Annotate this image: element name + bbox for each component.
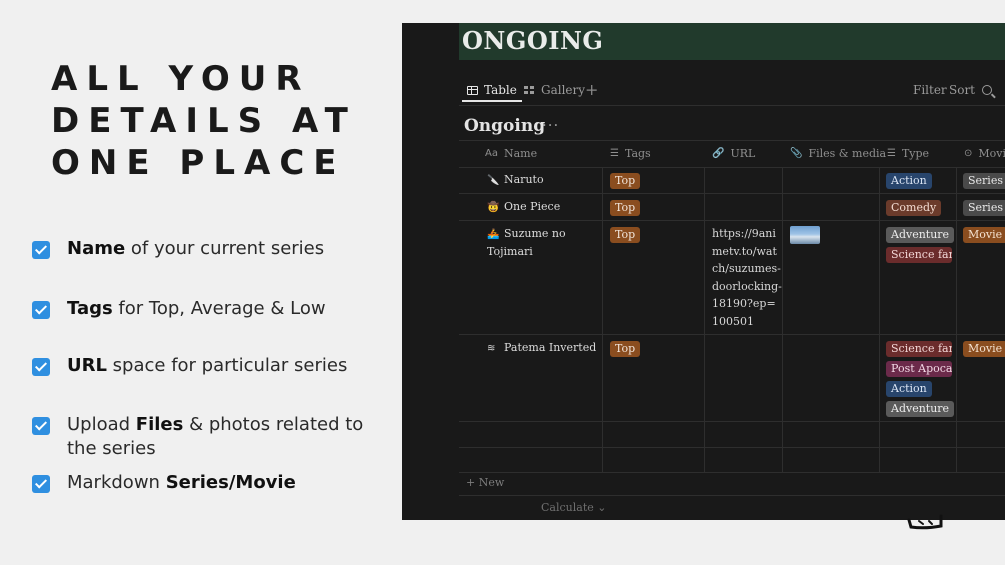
sort-button[interactable]: Sort bbox=[949, 83, 975, 97]
feature-text: URL space for particular series bbox=[67, 355, 348, 376]
column-label: Movi bbox=[978, 147, 1005, 160]
type-chip: Action bbox=[886, 381, 932, 397]
rowboat-icon: 🚣 bbox=[487, 229, 500, 240]
row-name[interactable]: 🤠 One Piece bbox=[487, 198, 560, 216]
tag-chip: Top bbox=[610, 200, 641, 216]
view-bar: Table Gallery + Filter Sort bbox=[459, 80, 1005, 106]
kind-chip: Movie bbox=[963, 227, 1005, 243]
column-label: Type bbox=[901, 147, 930, 160]
column-label: Name bbox=[503, 147, 538, 160]
knife-icon: 🔪 bbox=[487, 175, 500, 186]
checkbox-checked-icon bbox=[32, 301, 50, 319]
database-title[interactable]: Ongoing bbox=[464, 116, 545, 136]
feature-text: Markdown Series/Movie bbox=[67, 472, 296, 493]
column-label: Files & media bbox=[808, 147, 887, 160]
waves-icon: ≋ bbox=[487, 343, 496, 354]
paperclip-icon: 📎 bbox=[790, 148, 803, 159]
type-chip: Science fanta bbox=[886, 247, 952, 263]
kind-chip: Series bbox=[963, 200, 1005, 216]
column-header-name[interactable]: Aa Name bbox=[485, 147, 537, 160]
calculate-dropdown[interactable]: Calculate ⌄ bbox=[541, 501, 606, 514]
tab-table[interactable]: Table bbox=[462, 83, 522, 102]
column-header-movie[interactable]: ⊙ Movi bbox=[964, 147, 1005, 160]
new-row-button[interactable]: + New bbox=[466, 476, 504, 489]
headline-line-2: DETAILS AT bbox=[51, 101, 357, 141]
page-banner: ONGOING bbox=[459, 23, 1005, 60]
select-icon: ⊙ bbox=[964, 148, 973, 159]
row-name[interactable]: 🚣 Suzume no Tojimari bbox=[487, 225, 597, 260]
empty-row[interactable] bbox=[459, 422, 1005, 448]
type-chip: Action bbox=[886, 173, 932, 189]
type-chip: Adventure bbox=[886, 227, 955, 243]
checkbox-checked-icon bbox=[32, 417, 50, 435]
column-header-files[interactable]: 📎 Files & media bbox=[790, 147, 886, 160]
feature-text: Tags for Top, Average & Low bbox=[67, 298, 326, 319]
feature-item: URL space for particular series bbox=[32, 354, 382, 378]
table-row[interactable]: ≋Patema Inverted Top Science fanta Post … bbox=[459, 335, 1005, 422]
headline-line-1: ALL YOUR bbox=[51, 59, 311, 99]
column-header-tags[interactable]: ☰ Tags bbox=[610, 147, 651, 160]
table-row[interactable]: 🔪 Naruto Top Action Series bbox=[459, 167, 1005, 194]
url-link[interactable]: https://9animetv.to/watch/suzumes-doorlo… bbox=[712, 225, 782, 330]
tag-chip: Top bbox=[610, 227, 641, 243]
page-title: ONGOING bbox=[462, 26, 604, 55]
empty-row[interactable] bbox=[459, 448, 1005, 473]
feature-item: Name of your current series bbox=[32, 237, 382, 261]
headline: ALL YOUR DETAILS AT ONE PLACE bbox=[51, 58, 357, 184]
more-options-icon[interactable]: ··· bbox=[542, 116, 559, 134]
feature-item: Tags for Top, Average & Low bbox=[32, 297, 382, 321]
column-header-url[interactable]: 🔗 URL bbox=[712, 147, 755, 160]
text-type-icon: Aa bbox=[485, 148, 498, 159]
type-chip: Post Apocal bbox=[886, 361, 952, 377]
table-icon bbox=[467, 85, 478, 95]
doodle-decoration bbox=[907, 514, 943, 530]
row-name[interactable]: ≋ Patema Inverted bbox=[487, 339, 596, 357]
headline-line-3: ONE PLACE bbox=[51, 143, 346, 183]
cowboy-icon: 🤠 bbox=[487, 202, 500, 213]
checkbox-checked-icon bbox=[32, 241, 50, 259]
media-thumbnail[interactable] bbox=[790, 226, 820, 244]
notion-screenshot: ONGOING Table Gallery + Filter Sort Ongo… bbox=[402, 23, 1005, 520]
tab-table-label: Table bbox=[484, 83, 517, 97]
type-chip: Science fanta bbox=[886, 341, 952, 357]
feature-item: Markdown Series/Movie bbox=[32, 471, 382, 495]
filter-button[interactable]: Filter bbox=[913, 83, 947, 97]
column-label: Tags bbox=[624, 147, 651, 160]
type-chip: Comedy bbox=[886, 200, 942, 216]
table-footer-divider bbox=[459, 495, 1005, 496]
table-row[interactable]: 🤠 One Piece Top Comedy Series bbox=[459, 194, 1005, 221]
column-label: URL bbox=[730, 147, 756, 160]
tab-gallery[interactable]: Gallery bbox=[524, 83, 585, 97]
feature-text: Upload Files & photos related to the ser… bbox=[67, 414, 364, 459]
list-icon: ☰ bbox=[887, 148, 896, 159]
gallery-icon bbox=[524, 85, 535, 95]
tab-gallery-label: Gallery bbox=[541, 83, 586, 97]
checkbox-checked-icon bbox=[32, 358, 50, 376]
table-row[interactable]: 🚣 Suzume no Tojimari Top https://9animetv… bbox=[459, 221, 1005, 335]
feature-item: Upload Files & photos related to the ser… bbox=[32, 413, 382, 461]
kind-chip: Movie bbox=[963, 341, 1005, 357]
type-chip: Adventure bbox=[886, 401, 955, 417]
table-header: Aa Name ☰ Tags 🔗 URL 📎 Files & media ☰ T… bbox=[459, 140, 1005, 168]
add-view-button[interactable]: + bbox=[585, 80, 598, 99]
row-name[interactable]: 🔪 Naruto bbox=[487, 171, 544, 189]
list-icon: ☰ bbox=[610, 148, 619, 159]
checkbox-checked-icon bbox=[32, 475, 50, 493]
column-header-type[interactable]: ☰ Type bbox=[887, 147, 929, 160]
tag-chip: Top bbox=[610, 173, 641, 189]
kind-chip: Series bbox=[963, 173, 1005, 189]
feature-text: Name of your current series bbox=[67, 238, 325, 259]
search-icon[interactable] bbox=[982, 85, 992, 95]
tag-chip: Top bbox=[610, 341, 641, 357]
link-icon: 🔗 bbox=[712, 148, 725, 159]
